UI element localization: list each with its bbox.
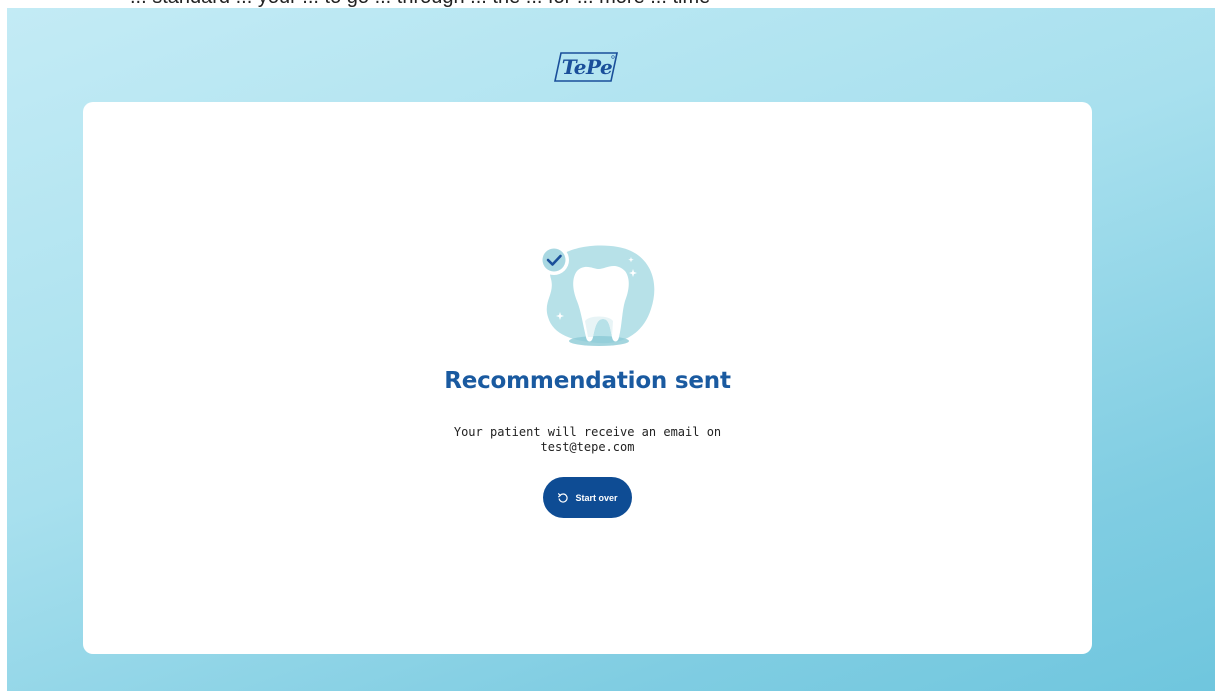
patient-email: test@tepe.com [540, 440, 635, 454]
start-over-label: Start over [575, 492, 618, 503]
restart-icon [557, 492, 569, 504]
tepe-logo: TePe [553, 51, 619, 83]
confirmation-card: Recommendation sent Your patient will re… [83, 102, 1092, 654]
top-cropped-text-strip: ... standard ... your ... to go ... thro… [0, 0, 1215, 8]
logo-text: TePe [561, 55, 613, 79]
confirmation-heading: Recommendation sent [444, 368, 731, 394]
message-line: Your patient will receive an email on [453, 425, 722, 439]
confirmation-message: Your patient will receive an email on te… [83, 425, 1092, 455]
tooth-check-icon [539, 245, 655, 346]
start-over-button[interactable]: Start over [543, 477, 632, 518]
app-background: TePe Recommendation sent Your patient wi… [7, 8, 1215, 691]
cropped-caption: ... standard ... your ... to go ... thro… [130, 0, 710, 8]
